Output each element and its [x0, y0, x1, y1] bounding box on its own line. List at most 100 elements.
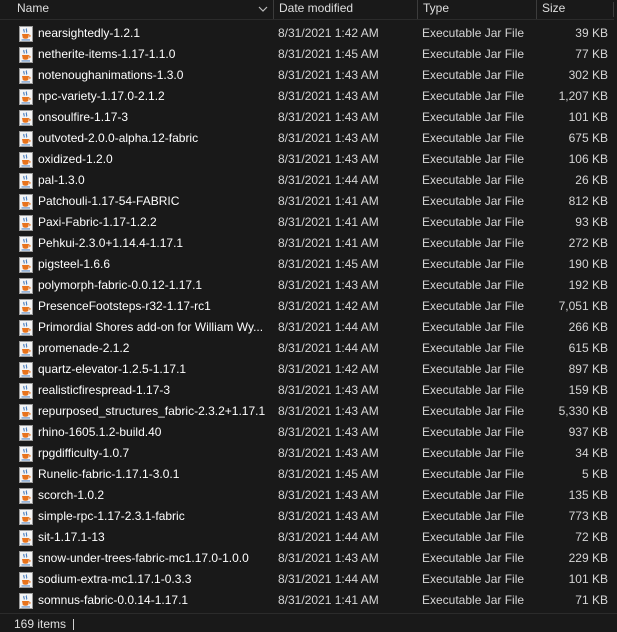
column-header-size[interactable]: Size — [536, 0, 614, 19]
file-name: repurposed_structures_fabric-2.3.2+1.17.… — [38, 404, 266, 418]
file-date-modified: 8/31/2021 1:44 AM — [278, 320, 379, 334]
file-date-modified: 8/31/2021 1:44 AM — [278, 341, 379, 355]
file-type: Executable Jar File — [422, 488, 525, 502]
status-separator — [73, 619, 74, 630]
file-name: oxidized-1.2.0 — [38, 152, 113, 166]
file-row[interactable]: netherite-items-1.17-1.1.0 8/31/2021 1:45… — [0, 44, 617, 65]
column-header-type-label: Type — [423, 1, 450, 15]
file-type: Executable Jar File — [422, 320, 525, 334]
file-name: npc-variety-1.17.0-2.1.2 — [38, 89, 165, 103]
file-row[interactable]: somnus-fabric-0.0.14-1.17.1 8/31/2021 1:4… — [0, 590, 617, 611]
file-row[interactable]: PresenceFootsteps-r32-1.17-rc1 8/31/2021 … — [0, 296, 617, 317]
chevron-down-icon[interactable] — [257, 3, 269, 15]
java-jar-icon — [18, 173, 34, 189]
item-count: 169 items — [14, 617, 67, 631]
java-jar-icon — [18, 446, 34, 462]
file-type: Executable Jar File — [422, 89, 525, 103]
file-date-modified: 8/31/2021 1:43 AM — [278, 404, 379, 418]
file-name: rpgdifficulty-1.0.7 — [38, 446, 130, 460]
file-name: somnus-fabric-0.0.14-1.17.1 — [38, 593, 189, 607]
column-header-name[interactable]: Name — [11, 0, 273, 19]
file-size: 101 KB — [568, 110, 608, 124]
file-size: 5,330 KB — [558, 404, 608, 418]
file-date-modified: 8/31/2021 1:43 AM — [278, 425, 379, 439]
file-row[interactable]: Pehkui-2.3.0+1.14.4-1.17.1 8/31/2021 1:41… — [0, 233, 617, 254]
file-size: 229 KB — [568, 551, 608, 565]
java-jar-icon — [18, 278, 34, 294]
java-jar-icon — [18, 89, 34, 105]
file-row[interactable]: snow-under-trees-fabric-mc1.17.0-1.0.0 8/… — [0, 548, 617, 569]
file-size: 7,051 KB — [558, 299, 608, 313]
java-jar-icon — [18, 530, 34, 546]
file-type: Executable Jar File — [422, 383, 525, 397]
file-row[interactable]: sit-1.17.1-13 8/31/2021 1:44 AM Executable… — [0, 527, 617, 548]
file-row[interactable]: polymorph-fabric-0.0.12-1.17.1 8/31/2021 … — [0, 275, 617, 296]
file-date-modified: 8/31/2021 1:43 AM — [278, 488, 379, 502]
file-name: polymorph-fabric-0.0.12-1.17.1 — [38, 278, 203, 292]
file-date-modified: 8/31/2021 1:43 AM — [278, 89, 379, 103]
file-row[interactable]: repurposed_structures_fabric-2.3.2+1.17.… — [0, 401, 617, 422]
file-date-modified: 8/31/2021 1:42 AM — [278, 299, 379, 313]
file-name: pigsteel-1.6.6 — [38, 257, 111, 271]
file-name: sodium-extra-mc1.17.1-0.3.3 — [38, 572, 192, 586]
file-row[interactable]: scorch-1.0.2 8/31/2021 1:43 AM Executable … — [0, 485, 617, 506]
file-type: Executable Jar File — [422, 530, 525, 544]
file-name: nearsightedly-1.2.1 — [38, 26, 141, 40]
file-row[interactable]: rpgdifficulty-1.0.7 8/31/2021 1:43 AM Exec… — [0, 443, 617, 464]
java-jar-icon — [18, 152, 34, 168]
file-row[interactable]: quartz-elevator-1.2.5-1.17.1 8/31/2021 1:… — [0, 359, 617, 380]
file-row[interactable]: Paxi-Fabric-1.17-1.2.2 8/31/2021 1:41 AM E… — [0, 212, 617, 233]
java-jar-icon — [18, 467, 34, 483]
file-name: simple-rpc-1.17-2.3.1-fabric — [38, 509, 185, 523]
file-name: realisticfirespread-1.17-3 — [38, 383, 171, 397]
file-row[interactable]: promenade-2.1.2 8/31/2021 1:44 AM Executab… — [0, 338, 617, 359]
file-row[interactable]: oxidized-1.2.0 8/31/2021 1:43 AM Executabl… — [0, 149, 617, 170]
column-header-date-label: Date modified — [279, 1, 354, 15]
column-header-date[interactable]: Date modified — [273, 0, 417, 19]
file-row[interactable]: realisticfirespread-1.17-3 8/31/2021 1:43… — [0, 380, 617, 401]
file-type: Executable Jar File — [422, 362, 525, 376]
java-jar-icon — [18, 68, 34, 84]
file-row[interactable]: onsoulfire-1.17-3 8/31/2021 1:43 AM Execut… — [0, 107, 617, 128]
file-date-modified: 8/31/2021 1:45 AM — [278, 47, 379, 61]
file-row[interactable]: rhino-1605.1.2-build.40 8/31/2021 1:43 AM… — [0, 422, 617, 443]
file-type: Executable Jar File — [422, 131, 525, 145]
file-row[interactable]: pigsteel-1.6.6 8/31/2021 1:45 AM Executabl… — [0, 254, 617, 275]
file-type: Executable Jar File — [422, 194, 525, 208]
file-date-modified: 8/31/2021 1:43 AM — [278, 110, 379, 124]
file-row[interactable]: Runelic-fabric-1.17.1-3.0.1 8/31/2021 1:4… — [0, 464, 617, 485]
file-row[interactable]: nearsightedly-1.2.1 8/31/2021 1:42 AM Exec… — [0, 23, 617, 44]
file-row[interactable]: npc-variety-1.17.0-2.1.2 8/31/2021 1:43 A… — [0, 86, 617, 107]
file-size: 34 KB — [575, 446, 608, 460]
file-name: rhino-1605.1.2-build.40 — [38, 425, 162, 439]
file-type: Executable Jar File — [422, 47, 525, 61]
file-type: Executable Jar File — [422, 299, 525, 313]
file-date-modified: 8/31/2021 1:43 AM — [278, 383, 379, 397]
file-size: 675 KB — [568, 131, 608, 145]
file-row[interactable]: pal-1.3.0 8/31/2021 1:44 AM Executable Jar… — [0, 170, 617, 191]
file-name: pal-1.3.0 — [38, 173, 85, 187]
file-type: Executable Jar File — [422, 26, 525, 40]
file-size: 77 KB — [575, 47, 608, 61]
java-jar-icon — [18, 236, 34, 252]
file-type: Executable Jar File — [422, 341, 525, 355]
file-size: 159 KB — [568, 383, 608, 397]
java-jar-icon — [18, 341, 34, 357]
file-row[interactable]: simple-rpc-1.17-2.3.1-fabric 8/31/2021 1:… — [0, 506, 617, 527]
file-type: Executable Jar File — [422, 278, 525, 292]
file-row[interactable]: outvoted-2.0.0-alpha.12-fabric 8/31/2021 … — [0, 128, 617, 149]
java-jar-icon — [18, 362, 34, 378]
file-row[interactable]: notenoughanimations-1.3.0 8/31/2021 1:43 … — [0, 65, 617, 86]
file-row[interactable]: sodium-extra-mc1.17.1-0.3.3 8/31/2021 1:4… — [0, 569, 617, 590]
file-row[interactable]: Patchouli-1.17-54-FABRIC 8/31/2021 1:41 A… — [0, 191, 617, 212]
java-jar-icon — [18, 194, 34, 210]
file-list: nearsightedly-1.2.1 8/31/2021 1:42 AM Exec… — [0, 23, 617, 611]
file-date-modified: 8/31/2021 1:43 AM — [278, 509, 379, 523]
file-type: Executable Jar File — [422, 572, 525, 586]
file-date-modified: 8/31/2021 1:41 AM — [278, 215, 379, 229]
file-size: 93 KB — [575, 215, 608, 229]
file-row[interactable]: Primordial Shores add-on for William Wy.… — [0, 317, 617, 338]
column-header-type[interactable]: Type — [417, 0, 536, 19]
java-jar-icon — [18, 551, 34, 567]
java-jar-icon — [18, 383, 34, 399]
